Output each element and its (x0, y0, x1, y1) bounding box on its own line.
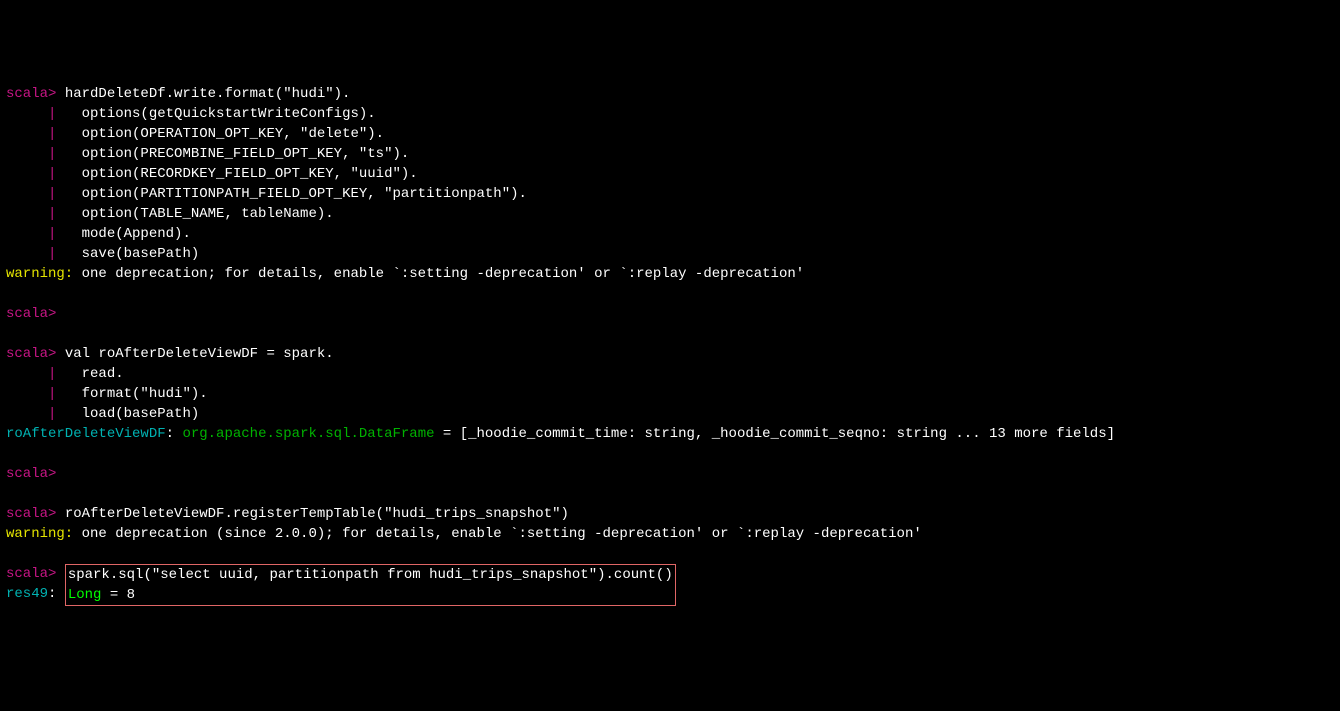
terminal-line: | option(OPERATION_OPT_KEY, "delete"). (6, 124, 1334, 144)
terminal-text-segment: option(TABLE_NAME, tableName). (56, 206, 333, 222)
terminal-highlighted-block: scala> res49: spark.sql("select uuid, pa… (6, 564, 1334, 606)
terminal-line: scala> roAfterDeleteViewDF.registerTempT… (6, 504, 1334, 524)
terminal-text-segment: read. (56, 366, 123, 382)
terminal-text-segment: save(basePath) (56, 246, 199, 262)
terminal-line: scala> hardDeleteDf.write.format("hudi")… (6, 84, 1334, 104)
terminal-output[interactable]: scala> hardDeleteDf.write.format("hudi")… (6, 84, 1334, 606)
terminal-text-segment: warning: (6, 526, 82, 542)
terminal-text-segment (6, 386, 48, 402)
terminal-text-segment: Long (68, 587, 102, 603)
terminal-text-segment: scala> (6, 466, 65, 482)
terminal-line: | option(TABLE_NAME, tableName). (6, 204, 1334, 224)
terminal-line: | options(getQuickstartWriteConfigs). (6, 104, 1334, 124)
terminal-text-segment: option(PRECOMBINE_FIELD_OPT_KEY, "ts"). (56, 146, 409, 162)
terminal-text-segment: = 8 (101, 587, 135, 603)
terminal-line (6, 444, 1334, 464)
terminal-text-segment: options(getQuickstartWriteConfigs). (56, 106, 375, 122)
terminal-text-segment: option(RECORDKEY_FIELD_OPT_KEY, "uuid"). (56, 166, 417, 182)
terminal-line: | option(PRECOMBINE_FIELD_OPT_KEY, "ts")… (6, 144, 1334, 164)
terminal-text-segment: option(PARTITIONPATH_FIELD_OPT_KEY, "par… (56, 186, 526, 202)
terminal-text-segment: org.apache.spark.sql.DataFrame (182, 426, 434, 442)
terminal-line: | format("hudi"). (6, 384, 1334, 404)
terminal-text-segment: one deprecation; for details, enable `:s… (82, 266, 805, 282)
terminal-line: roAfterDeleteViewDF: org.apache.spark.sq… (6, 424, 1334, 444)
terminal-line (6, 324, 1334, 344)
terminal-text-segment: warning: (6, 266, 82, 282)
terminal-text-segment: format("hudi"). (56, 386, 207, 402)
terminal-line (6, 484, 1334, 504)
terminal-text-segment: roAfterDeleteViewDF (6, 426, 166, 442)
terminal-text-segment (6, 246, 48, 262)
terminal-line: | mode(Append). (6, 224, 1334, 244)
terminal-text-segment: = [_hoodie_commit_time: string, _hoodie_… (435, 426, 1116, 442)
terminal-text-segment (6, 146, 48, 162)
terminal-text-segment (6, 206, 48, 222)
terminal-text-segment (6, 106, 48, 122)
terminal-line: warning: one deprecation; for details, e… (6, 264, 1334, 284)
terminal-text-segment (6, 166, 48, 182)
terminal-text-segment: res49 (6, 586, 48, 602)
terminal-line: scala> (6, 304, 1334, 324)
terminal-text-segment: load(basePath) (56, 406, 199, 422)
terminal-text-segment: scala> (6, 306, 65, 322)
terminal-line: scala> val roAfterDeleteViewDF = spark. (6, 344, 1334, 364)
terminal-text-segment: hardDeleteDf.write.format("hudi"). (65, 86, 351, 102)
terminal-line (6, 544, 1334, 564)
terminal-line: | load(basePath) (6, 404, 1334, 424)
terminal-text-segment (6, 226, 48, 242)
terminal-text-segment: scala> (6, 506, 65, 522)
terminal-text-segment: scala> (6, 346, 65, 362)
terminal-text-segment (6, 126, 48, 142)
terminal-line: | option(RECORDKEY_FIELD_OPT_KEY, "uuid"… (6, 164, 1334, 184)
terminal-line (6, 284, 1334, 304)
terminal-text-segment: roAfterDeleteViewDF.registerTempTable("h… (65, 506, 569, 522)
terminal-line: | read. (6, 364, 1334, 384)
terminal-text-segment: spark.sql("select uuid, partitionpath fr… (68, 567, 673, 583)
terminal-line: | option(PARTITIONPATH_FIELD_OPT_KEY, "p… (6, 184, 1334, 204)
terminal-line: scala> (6, 464, 1334, 484)
terminal-text-segment: option(OPERATION_OPT_KEY, "delete"). (56, 126, 384, 142)
terminal-text-segment: : (48, 586, 65, 602)
terminal-text-segment: one deprecation (since 2.0.0); for detai… (82, 526, 922, 542)
terminal-text-segment: scala> (6, 86, 65, 102)
terminal-text-segment: mode(Append). (56, 226, 190, 242)
terminal-text-segment (6, 366, 48, 382)
terminal-line: warning: one deprecation (since 2.0.0); … (6, 524, 1334, 544)
terminal-text-segment: val roAfterDeleteViewDF = spark. (65, 346, 334, 362)
highlight-box: spark.sql("select uuid, partitionpath fr… (65, 564, 676, 606)
terminal-text-segment (6, 406, 48, 422)
terminal-text-segment: : (166, 426, 183, 442)
terminal-text-segment (6, 186, 48, 202)
terminal-text-segment: scala> (6, 566, 65, 582)
terminal-line: | save(basePath) (6, 244, 1334, 264)
